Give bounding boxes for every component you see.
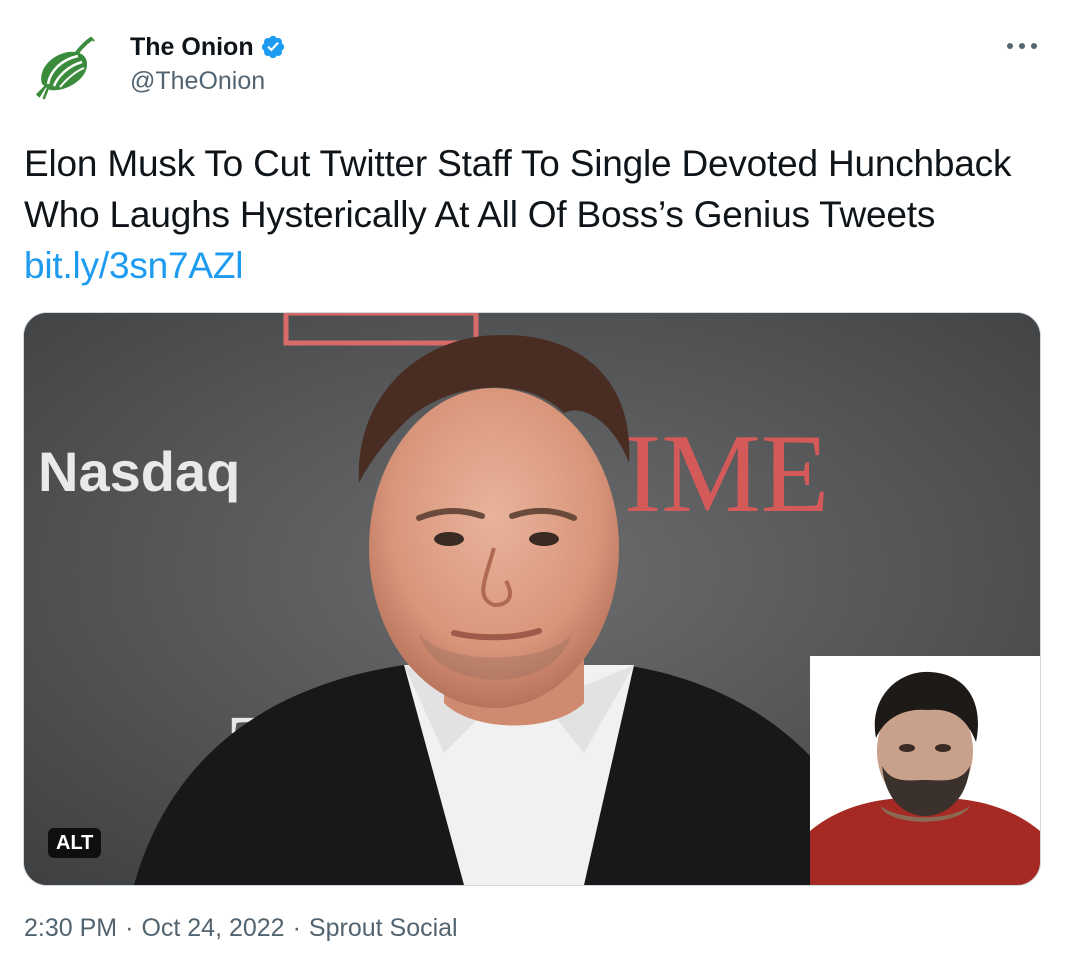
tweet-source[interactable]: Sprout Social — [309, 914, 458, 943]
tweet-time[interactable]: 2:30 PM — [24, 914, 117, 943]
inset-photo — [810, 656, 1040, 885]
author-avatar[interactable] — [24, 26, 104, 106]
backdrop-time-text: IME — [624, 412, 829, 536]
backdrop-nasdaq-text: Nasdaq — [38, 440, 240, 503]
tweet-card: The Onion @TheOnion Elon Musk To Cut Twi… — [0, 0, 1066, 970]
display-name-row: The Onion — [130, 30, 286, 64]
tweet-link[interactable]: bit.ly/3sn7AZl — [24, 245, 243, 286]
tweet-body: Elon Musk To Cut Twitter Staff To Single… — [24, 143, 1012, 235]
alt-text-badge[interactable]: ALT — [48, 828, 102, 858]
hunchback-photo — [810, 656, 1040, 885]
tweet-text: Elon Musk To Cut Twitter Staff To Single… — [24, 138, 1034, 291]
author-display-name[interactable]: The Onion — [130, 33, 254, 62]
meta-separator: · — [125, 914, 134, 942]
more-options-button[interactable] — [1002, 30, 1042, 62]
meta-separator: · — [292, 914, 301, 942]
more-options-icon — [1007, 43, 1037, 49]
tweet-photo[interactable]: Nasdaq IME TI — [23, 312, 1041, 886]
author-names: The Onion @TheOnion — [130, 30, 286, 96]
onion-logo-icon — [24, 26, 104, 106]
tweet-meta: 2:30 PM · Oct 24, 2022 · Sprout Social — [24, 914, 458, 943]
verified-badge-icon[interactable] — [260, 34, 286, 60]
tweet-date[interactable]: Oct 24, 2022 — [141, 914, 284, 943]
author-handle[interactable]: @TheOnion — [130, 67, 286, 96]
